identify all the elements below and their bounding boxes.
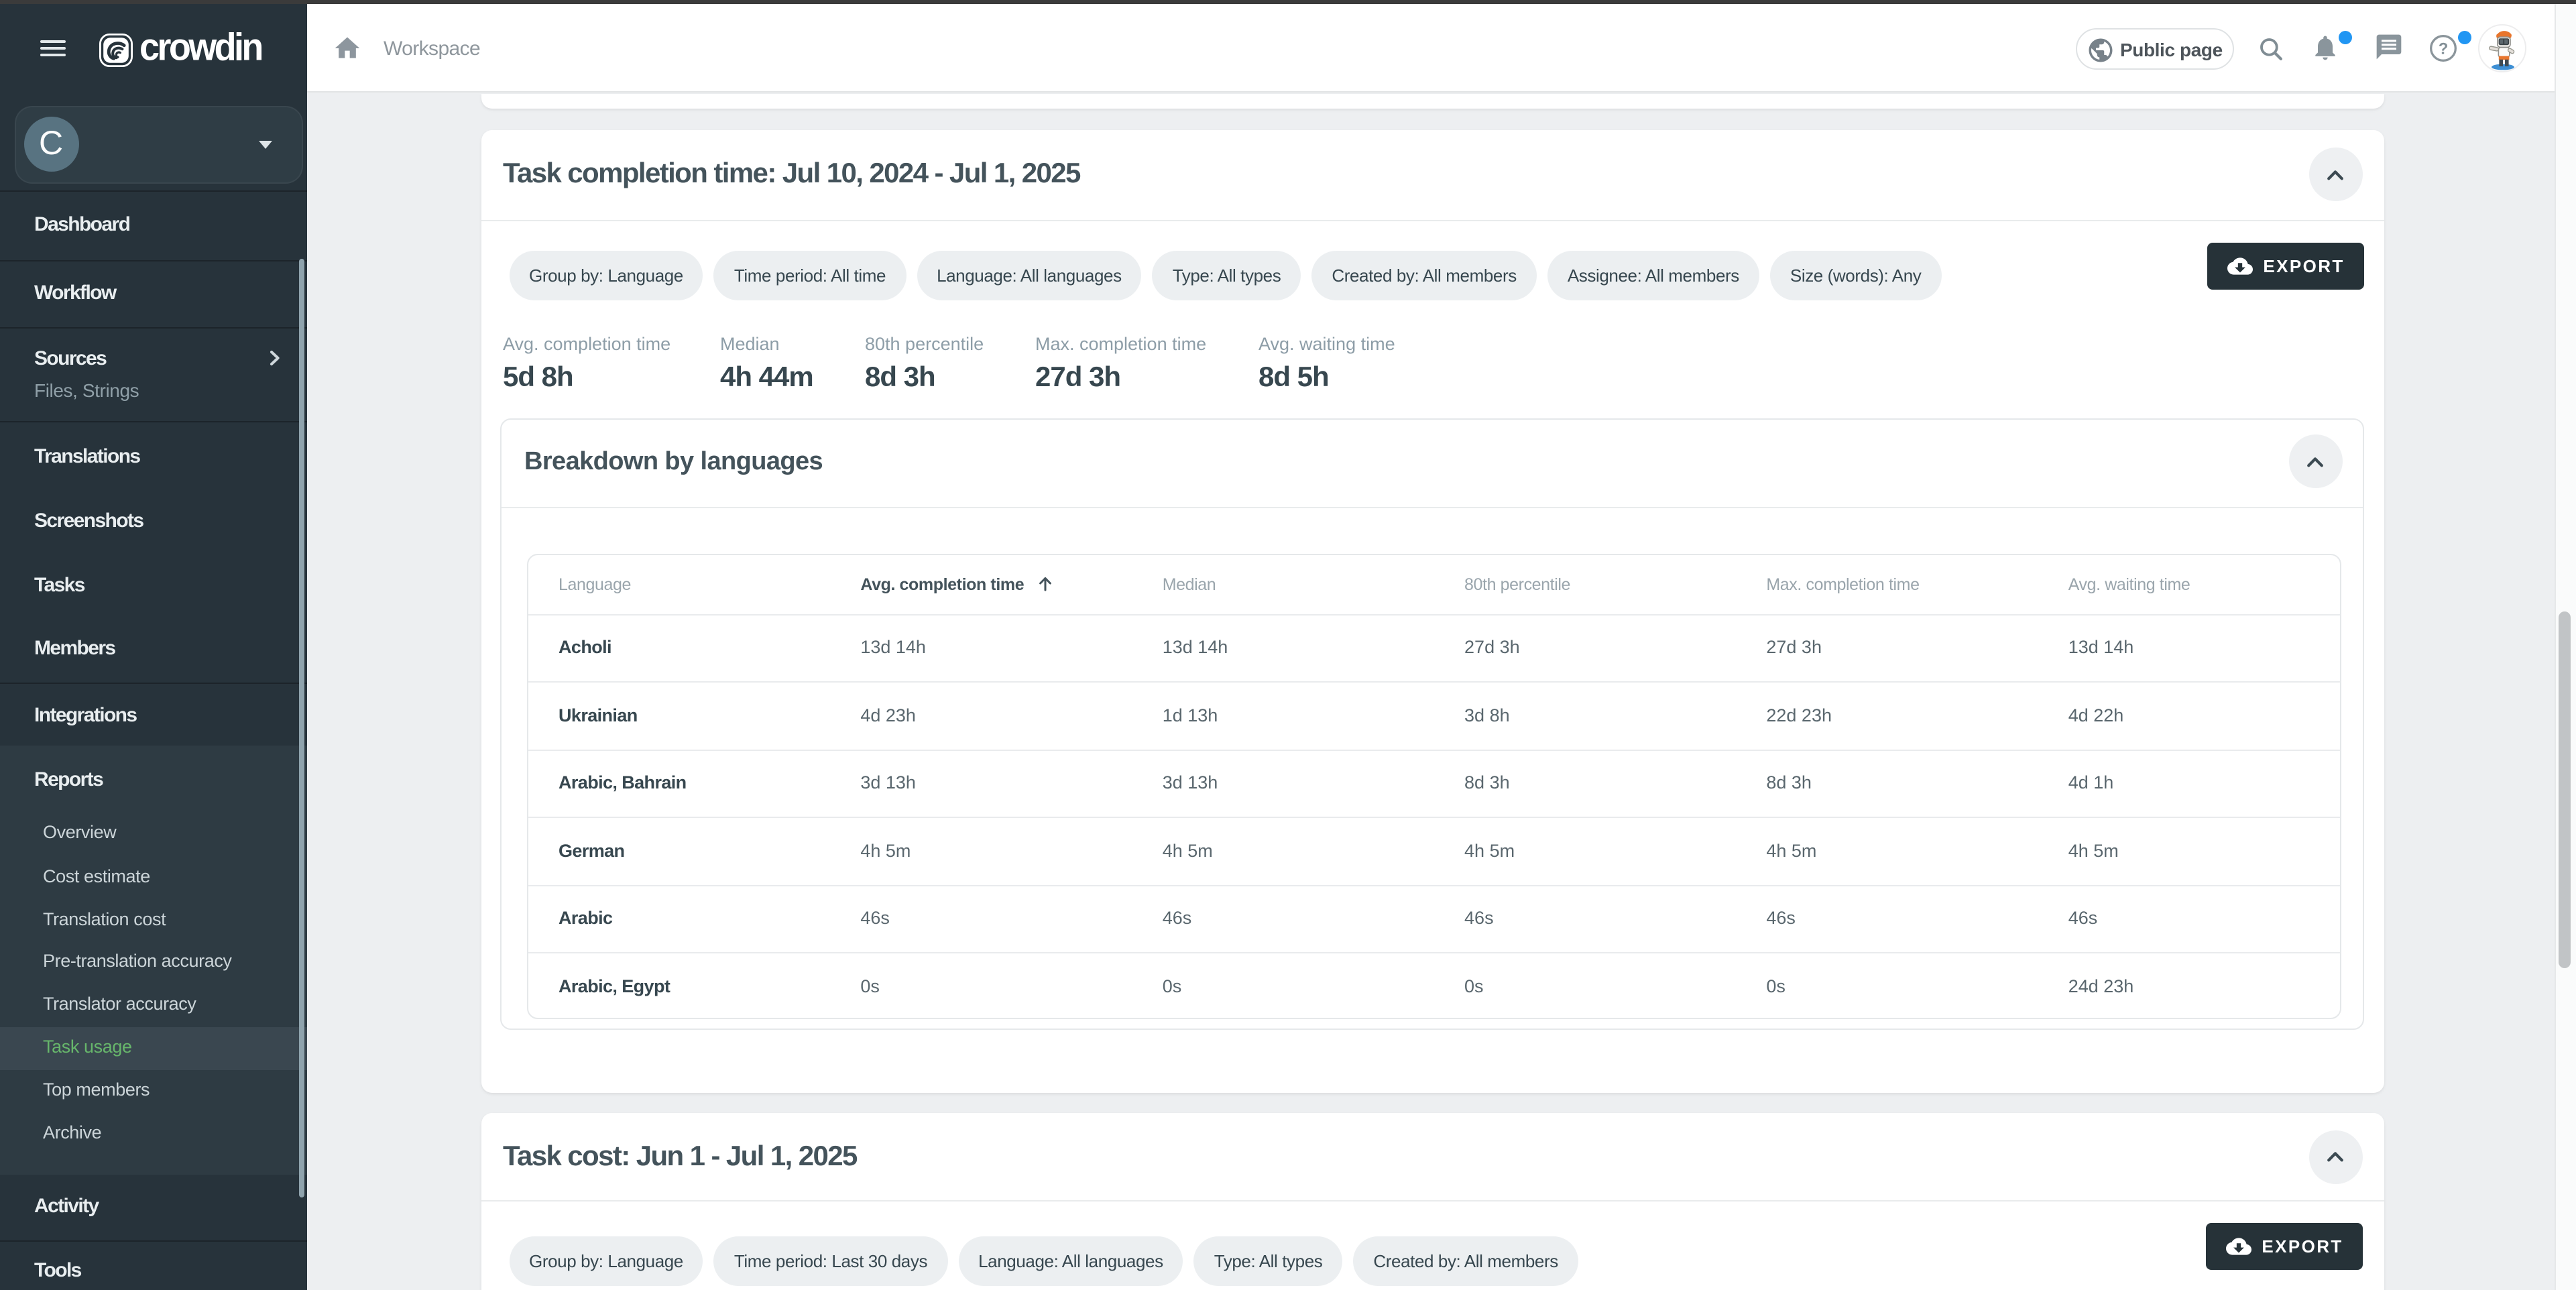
svg-text:?: ?	[2439, 40, 2449, 58]
